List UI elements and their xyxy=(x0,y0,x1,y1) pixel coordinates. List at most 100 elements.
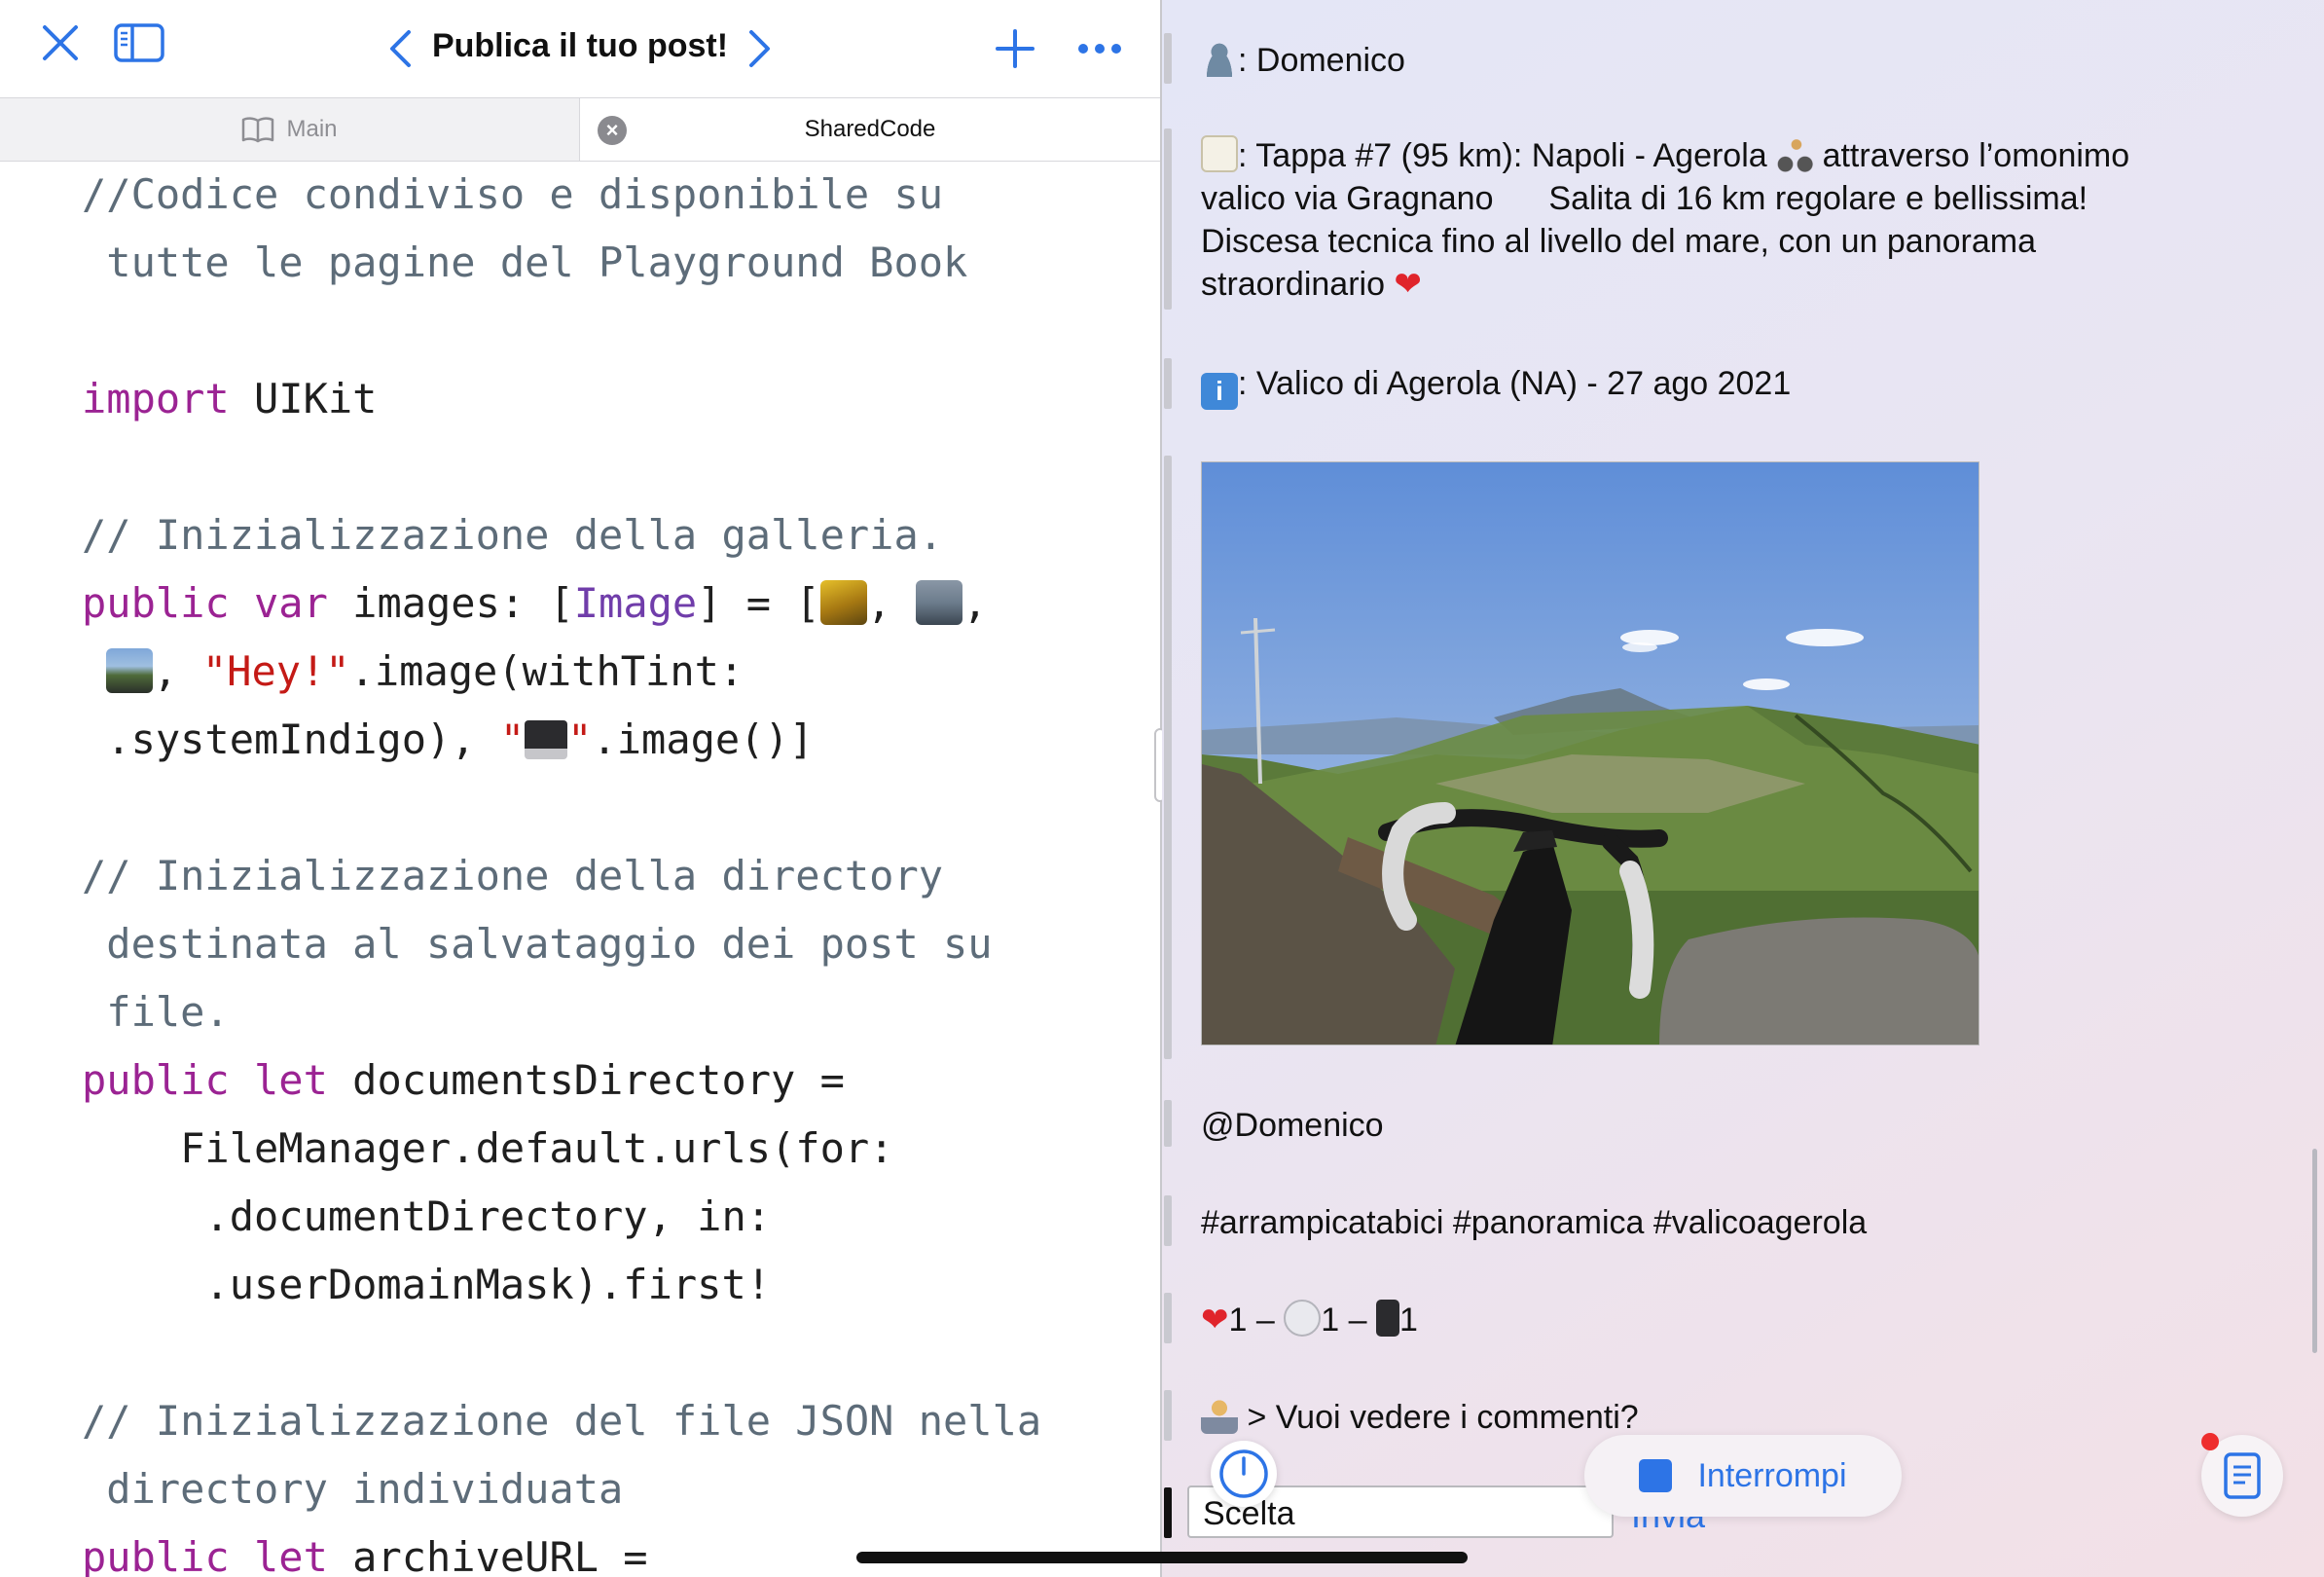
post-stats: ❤1 – 1 – 1 xyxy=(1201,1299,1418,1341)
editor-pane: Publica il tuo post! Main × SharedCode /… xyxy=(0,0,1160,1577)
image-literal-autumn-leaves[interactable] xyxy=(819,580,867,625)
ellipsis-icon xyxy=(1078,44,1121,54)
row-marker xyxy=(1164,456,1172,1059)
code-line: // Inizializzazione della galleria. xyxy=(82,511,944,559)
image-literal-lake-pier[interactable] xyxy=(916,580,963,625)
shares-count: 1 xyxy=(1398,1302,1418,1339)
stop-run-button[interactable]: Interrompi xyxy=(1584,1435,1902,1517)
keyword: let xyxy=(229,1056,328,1104)
row-marker xyxy=(1164,1100,1172,1147)
close-button[interactable] xyxy=(35,18,86,68)
code-line: // Inizializzazione della directory xyxy=(82,852,944,899)
add-button[interactable] xyxy=(991,23,1039,74)
keyword: public xyxy=(82,1533,230,1577)
string-literal: "Hey!" xyxy=(201,647,350,695)
code-line: tutte le pagine del Playground Book xyxy=(82,238,968,286)
tab-close-icon[interactable]: × xyxy=(598,116,627,145)
code-text: , xyxy=(962,579,988,627)
post-body: : Tappa #7 (95 km): Napoli - Agerola att… xyxy=(1201,134,2129,306)
code-line: .documentDirectory, in: xyxy=(82,1192,772,1240)
plus-icon xyxy=(996,29,1035,68)
post-info: i: Valico di Agerola (NA) - 27 ago 2021 xyxy=(1201,362,1791,410)
code-line: public let documentsDirectory = xyxy=(82,1051,845,1110)
post-text: : Tappa #7 (95 km): Napoli - Agerola xyxy=(1238,137,1777,174)
post-text-line: Discesa tecnica fino al livello del mare… xyxy=(1201,223,2037,260)
sidebar-icon xyxy=(114,23,164,62)
code-text: ] = [ xyxy=(697,579,820,627)
row-marker xyxy=(1164,1195,1172,1246)
likes-count: 1 – xyxy=(1228,1302,1285,1339)
code-line: import UIKit xyxy=(82,370,377,428)
stop-label: Interrompi xyxy=(1697,1456,1847,1494)
notification-badge xyxy=(2201,1433,2219,1450)
photo-mountain-bike xyxy=(1202,462,1979,1045)
code-line: directory individuata xyxy=(82,1465,624,1513)
sidebar-toggle-button[interactable] xyxy=(111,19,167,66)
tab-sharedcode-label: SharedCode xyxy=(804,116,936,142)
person-icon xyxy=(1201,40,1238,77)
code-line: destinata al salvataggio dei post su xyxy=(82,920,993,968)
post-hashtags[interactable]: #arrampicatabici #panoramica #valicoager… xyxy=(1201,1201,1867,1244)
code-line: , "Hey!".image(withTint: xyxy=(82,642,744,701)
code-text: .image(withTint: xyxy=(349,647,744,695)
more-options-button[interactable] xyxy=(1074,23,1125,74)
keyword: public xyxy=(82,579,230,627)
post-text-line: : Tappa #7 (95 km): Napoli - Agerola att… xyxy=(1201,134,2129,177)
keyword: var xyxy=(229,579,328,627)
author-text: : Domenico xyxy=(1238,42,1405,79)
memo-icon xyxy=(1201,135,1238,172)
row-marker xyxy=(1164,1293,1172,1343)
code-line: .systemIndigo), " ".image()] xyxy=(82,711,814,769)
next-page-button[interactable] xyxy=(742,23,779,74)
desktop-computer-icon xyxy=(525,720,568,759)
row-marker xyxy=(1164,128,1172,310)
tab-main[interactable]: Main xyxy=(0,98,580,161)
row-marker xyxy=(1164,358,1172,409)
code-text: .systemIndigo), xyxy=(82,715,500,763)
row-marker xyxy=(1164,1487,1172,1538)
post-text: straordinario xyxy=(1201,266,1395,303)
book-icon xyxy=(242,117,274,143)
timer-icon xyxy=(1219,1449,1268,1498)
code-line: file. xyxy=(82,988,230,1036)
image-literal-landscape[interactable] xyxy=(106,648,154,693)
pizza-icon xyxy=(1502,178,1540,215)
speech-bubble-icon xyxy=(1284,1300,1322,1337)
code-line: .userDomainMask).first! xyxy=(82,1261,772,1308)
string-literal: " xyxy=(567,715,593,763)
code-text: archiveURL = xyxy=(327,1533,648,1577)
post-text: attraverso l’omonimo xyxy=(1813,137,2130,174)
file-tab-bar: Main × SharedCode xyxy=(0,97,1160,162)
code-text: documentsDirectory = xyxy=(327,1056,845,1104)
keyword: let xyxy=(229,1533,328,1577)
code-editor[interactable]: //Codice condiviso e disponibile su tutt… xyxy=(0,165,1160,1577)
post-text-line: valico via Gragnano Salita di 16 km rego… xyxy=(1201,177,2129,220)
tab-sharedcode[interactable]: × SharedCode xyxy=(580,98,1160,161)
scrollbar[interactable] xyxy=(2312,1149,2317,1353)
stop-icon xyxy=(1639,1459,1673,1492)
close-icon xyxy=(43,25,78,60)
code-line: // Inizializzazione del file JSON nella xyxy=(82,1397,1042,1445)
row-marker xyxy=(1164,33,1172,84)
post-mention[interactable]: @Domenico xyxy=(1201,1104,1384,1147)
code-line: public let archiveURL = xyxy=(82,1528,648,1577)
page-title: Publica il tuo post! xyxy=(431,27,729,64)
code-line: public var images: [Image] = [, , xyxy=(82,574,988,633)
timer-button[interactable] xyxy=(1211,1441,1277,1507)
code-text: images: [ xyxy=(327,579,574,627)
post-text-line: straordinario ❤ xyxy=(1201,263,2129,306)
info-text: : Valico di Agerola (NA) - 27 ago 2021 xyxy=(1238,365,1792,402)
row-marker xyxy=(1164,1390,1172,1441)
chevron-right-icon xyxy=(749,30,770,67)
type-name: Image xyxy=(573,579,698,627)
post-text: Salita di 16 km regolare e bellissima! xyxy=(1539,180,2088,217)
info-icon: i xyxy=(1201,373,1238,410)
keyword: public xyxy=(82,1056,230,1104)
navigation-bar: Publica il tuo post! xyxy=(0,0,1160,97)
home-indicator[interactable] xyxy=(856,1552,1468,1563)
string-literal: " xyxy=(499,715,526,763)
previous-page-button[interactable] xyxy=(381,23,418,74)
heart-icon: ❤ xyxy=(1394,266,1422,303)
cyclist-icon xyxy=(1776,135,1814,172)
code-text: .image()] xyxy=(592,715,815,763)
